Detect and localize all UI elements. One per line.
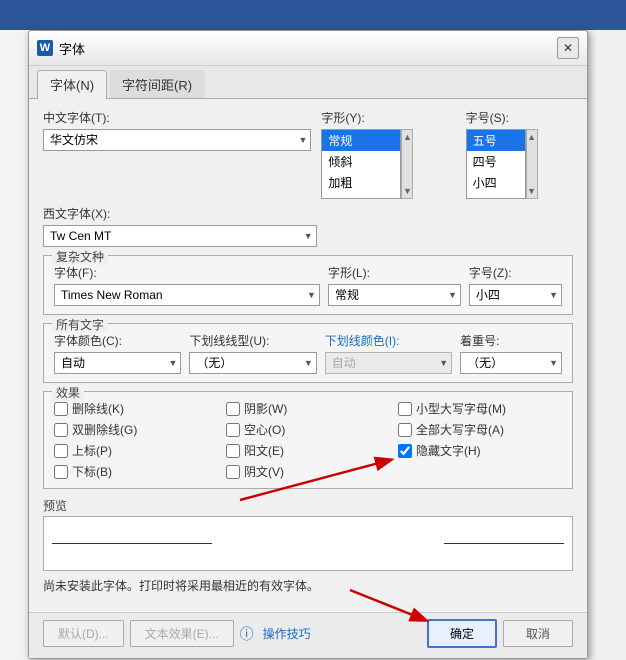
ok-button[interactable]: 确定 xyxy=(427,619,497,648)
underline-color-label: 下划线颜色(I): xyxy=(325,332,452,349)
title-bar: W 字体 ✕ xyxy=(29,31,587,66)
font-color-col: 字体颜色(C): 自动 ▼ xyxy=(54,332,181,374)
size-scroll-up[interactable]: ▲ xyxy=(527,132,536,142)
dialog-footer: 默认(D)... 文本效果(E)... ⓘ 操作技巧 确定 取消 xyxy=(29,612,587,658)
help-link[interactable]: 操作技巧 xyxy=(257,621,317,646)
default-button[interactable]: 默认(D)... xyxy=(43,620,124,647)
underline-type-label: 下划线线型(U): xyxy=(189,332,316,349)
outline-checkbox[interactable] xyxy=(226,423,240,437)
help-icon: ⓘ xyxy=(240,624,254,644)
complex-style-label: 字形(L): xyxy=(328,264,461,281)
size-cn-item-4[interactable]: 四号 xyxy=(467,151,525,172)
preview-content xyxy=(44,517,572,570)
strikethrough-checkbox[interactable] xyxy=(54,402,68,416)
effects-title: 效果 xyxy=(52,384,84,401)
underline-type-select[interactable]: （无） xyxy=(189,352,316,374)
dialog-body: 中文字体(T): 华文仿宋 ▼ 字形(Y): 常规 倾斜 加粗 xyxy=(29,99,587,612)
western-font-row: 西文字体(X): Tw Cen MT ▼ xyxy=(43,205,573,247)
effect-shadow[interactable]: 阴影(W) xyxy=(226,400,390,417)
size-cn-item-s4[interactable]: 小四 xyxy=(467,172,525,193)
shadow-checkbox[interactable] xyxy=(226,402,240,416)
effect-emboss[interactable]: 阳文(E) xyxy=(226,442,390,459)
size-scroll-down[interactable]: ▼ xyxy=(527,186,536,196)
tab-bar: 字体(N) 字符间距(R) xyxy=(29,66,587,99)
preview-label: 预览 xyxy=(43,497,67,514)
superscript-checkbox[interactable] xyxy=(54,444,68,458)
font-color-label: 字体颜色(C): xyxy=(54,332,181,349)
style-col: 字形(Y): 常规 倾斜 加粗 ▲ ▼ xyxy=(321,109,455,199)
tab-font[interactable]: 字体(N) xyxy=(37,70,107,99)
subscript-checkbox[interactable] xyxy=(54,465,68,479)
emphasis-select[interactable]: （无） xyxy=(460,352,562,374)
all-chars-title: 所有文字 xyxy=(52,316,108,333)
effect-outline[interactable]: 空心(O) xyxy=(226,421,390,438)
emboss-checkbox[interactable] xyxy=(226,444,240,458)
complex-size-col: 字号(Z): 小四 ▼ xyxy=(469,264,562,306)
chinese-font-col: 中文字体(T): 华文仿宋 ▼ xyxy=(43,109,311,199)
chinese-font-select[interactable]: 华文仿宋 xyxy=(43,129,311,151)
style-item-italic[interactable]: 倾斜 xyxy=(322,151,400,172)
western-font-select[interactable]: Tw Cen MT xyxy=(43,225,317,247)
size-cn-item-5b[interactable]: 五号 xyxy=(467,193,525,199)
preview-area xyxy=(43,516,573,571)
complex-font-col: 字体(F): Times New Roman ▼ xyxy=(54,264,320,306)
small-caps-checkbox[interactable] xyxy=(398,402,412,416)
emphasis-col: 着重号: （无） ▼ xyxy=(460,332,562,374)
complex-size-label: 字号(Z): xyxy=(469,264,562,281)
preview-section: 预览 xyxy=(43,497,573,571)
font-dialog: W 字体 ✕ 字体(N) 字符间距(R) 中文字体(T): 华文仿宋 ▼ xyxy=(28,30,588,659)
emphasis-label: 着重号: xyxy=(460,332,562,349)
hidden-checkbox[interactable] xyxy=(398,444,412,458)
effect-superscript[interactable]: 上标(P) xyxy=(54,442,218,459)
hint-text: 尚未安装此字体。打印时将采用最相近的有效字体。 xyxy=(43,577,573,594)
effect-double-strike[interactable]: 双删除线(G) xyxy=(54,421,218,438)
western-font-label: 西文字体(X): xyxy=(43,205,317,222)
effects-grid: 删除线(K) 阴影(W) 小型大写字母(M) 双删除线(G) 空心(O xyxy=(54,400,562,480)
complex-size-select[interactable]: 小四 xyxy=(469,284,562,306)
font-color-select[interactable]: 自动 xyxy=(54,352,181,374)
chinese-font-label: 中文字体(T): xyxy=(43,109,311,126)
effect-all-caps[interactable]: 全部大写字母(A) xyxy=(398,421,562,438)
tab-spacing[interactable]: 字符间距(R) xyxy=(109,70,205,98)
complex-section-title: 复杂文种 xyxy=(52,248,108,265)
size-cn-col: 字号(S): 五号 四号 小四 五号 ▲ ▼ xyxy=(466,109,573,199)
word-icon: W xyxy=(37,40,53,56)
style-scroll-up[interactable]: ▲ xyxy=(403,132,412,142)
style-scroll-down[interactable]: ▼ xyxy=(403,186,412,196)
complex-style-col: 字形(L): 常规 ▼ xyxy=(328,264,461,306)
effect-engrave[interactable]: 阴文(V) xyxy=(226,463,390,480)
dialog-title: 字体 xyxy=(59,39,85,58)
double-strike-checkbox[interactable] xyxy=(54,423,68,437)
complex-section: 复杂文种 字体(F): Times New Roman ▼ 字形(L): xyxy=(43,255,573,315)
cancel-button[interactable]: 取消 xyxy=(503,620,573,647)
effect-hidden[interactable]: 隐藏文字(H) xyxy=(398,442,562,459)
top-font-row: 中文字体(T): 华文仿宋 ▼ 字形(Y): 常规 倾斜 加粗 xyxy=(43,109,573,199)
complex-font-select[interactable]: Times New Roman xyxy=(54,284,320,306)
underline-color-select[interactable]: 自动 xyxy=(325,352,452,374)
underline-color-col: 下划线颜色(I): 自动 ▼ xyxy=(325,332,452,374)
style-listbox[interactable]: 常规 倾斜 加粗 xyxy=(321,129,401,199)
style-item-bold[interactable]: 加粗 xyxy=(322,172,400,193)
effects-section: 效果 删除线(K) 阴影(W) 小型大写字母(M) 双删 xyxy=(43,391,573,489)
complex-font-label: 字体(F): xyxy=(54,264,320,281)
all-chars-section: 所有文字 字体颜色(C): 自动 ▼ 下划线线型(U): xyxy=(43,323,573,383)
engrave-checkbox[interactable] xyxy=(226,465,240,479)
all-caps-checkbox[interactable] xyxy=(398,423,412,437)
effect-subscript[interactable]: 下标(B) xyxy=(54,463,218,480)
size-cn-label: 字号(S): xyxy=(466,109,573,126)
size-cn-item-5[interactable]: 五号 xyxy=(467,130,525,151)
size-cn-listbox[interactable]: 五号 四号 小四 五号 xyxy=(466,129,526,199)
complex-style-select[interactable]: 常规 xyxy=(328,284,461,306)
style-item-normal[interactable]: 常规 xyxy=(322,130,400,151)
effect-strikethrough[interactable]: 删除线(K) xyxy=(54,400,218,417)
word-ribbon xyxy=(0,0,626,30)
effect-small-caps[interactable]: 小型大写字母(M) xyxy=(398,400,562,417)
western-font-col: 西文字体(X): Tw Cen MT ▼ xyxy=(43,205,317,247)
underline-type-col: 下划线线型(U): （无） ▼ xyxy=(189,332,316,374)
close-button[interactable]: ✕ xyxy=(557,37,579,59)
style-label: 字形(Y): xyxy=(321,109,455,126)
effects-button[interactable]: 文本效果(E)... xyxy=(130,620,234,647)
